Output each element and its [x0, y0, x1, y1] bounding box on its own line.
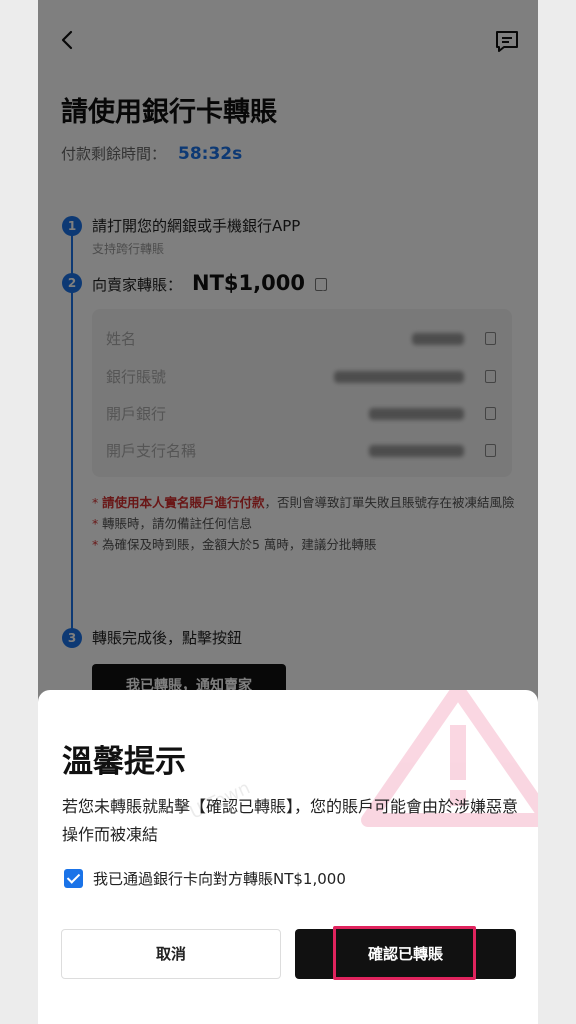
dialog-title: 溫馨提示 — [62, 744, 186, 780]
phone-screen: 請使用銀行卡轉賬 付款剩餘時間：58:32s 1 請打開您的網銀或手機銀行APP… — [38, 0, 538, 1024]
dialog-message: 若您未轉賬就點擊【確認已轉賬】，您的賬戶可能會由於涉嫌惡意操作而被凍結 — [62, 797, 519, 844]
confirm-transfer-checkbox-row[interactable]: 我已通過銀行卡向對方轉賬NT$1,000 — [64, 868, 346, 889]
checked-checkbox[interactable] — [64, 869, 83, 888]
cancel-button[interactable]: 取消 — [61, 929, 281, 979]
checkbox-label[interactable]: 我已通過銀行卡向對方轉賬NT$1,000 — [93, 868, 346, 889]
confirm-transferred-button[interactable]: 確認已轉賬 — [295, 929, 516, 979]
warning-dialog: 溫馨提示 若您未轉賬就點擊【確認已轉賬】，您的賬戶可能會由於涉嫌惡意操作而被凍結… — [38, 690, 538, 1024]
